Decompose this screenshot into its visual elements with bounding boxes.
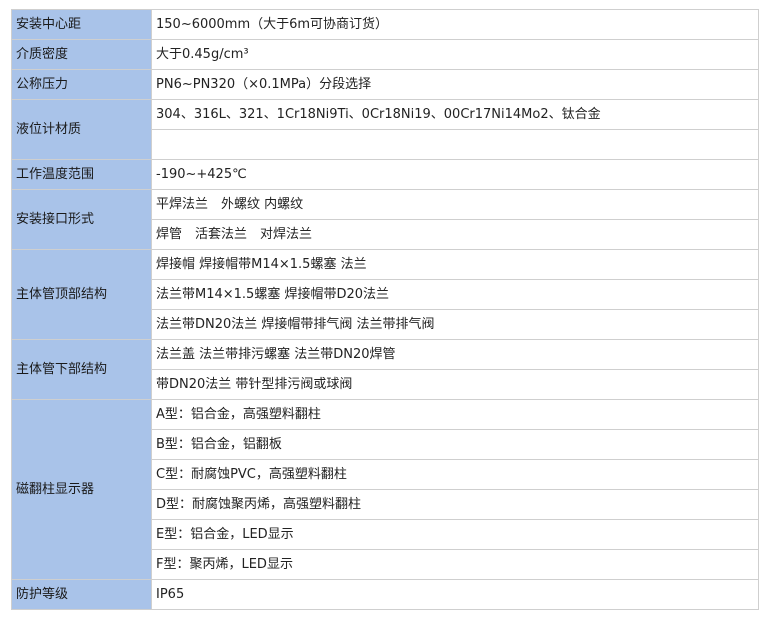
table-row: 安装中心距 150~6000mm（大于6m可协商订货） (11, 9, 759, 40)
row-value: 大于0.45g/cm³ (151, 39, 759, 70)
row-value: 带DN20法兰 带针型排污阀或球阀 (151, 369, 759, 400)
row-label-protection-grade: 防护等级 (11, 579, 152, 610)
row-value: B型：铝合金，铝翻板 (151, 429, 759, 460)
row-label-connection-type: 安装接口形式 (11, 189, 152, 250)
row-value: 焊接帽 焊接帽带M14×1.5螺塞 法兰 (151, 249, 759, 280)
table-row: 工作温度范围 -190~+425℃ (11, 159, 759, 190)
row-label-install-center-distance: 安装中心距 (11, 9, 152, 40)
row-label-bottom-structure: 主体管下部结构 (11, 339, 152, 400)
row-value: 法兰带M14×1.5螺塞 焊接帽带D20法兰 (151, 279, 759, 310)
table-row: 磁翻柱显示器 A型：铝合金，高强塑料翻柱 (11, 399, 759, 580)
row-label-gauge-material: 液位计材质 (11, 99, 152, 160)
row-value: 法兰盖 法兰带排污螺塞 法兰带DN20焊管 (151, 339, 759, 370)
row-value: 150~6000mm（大于6m可协商订货） (151, 9, 759, 40)
row-label-top-structure: 主体管顶部结构 (11, 249, 152, 340)
row-value (151, 129, 759, 160)
row-value: -190~+425℃ (151, 159, 759, 190)
table-row: 公称压力 PN6~PN320（×0.1MPa）分段选择 (11, 69, 759, 100)
table-row: 主体管顶部结构 焊接帽 焊接帽带M14×1.5螺塞 法兰 (11, 249, 759, 340)
table-row: 安装接口形式 平焊法兰 外螺纹 内螺纹 (11, 189, 759, 250)
table-row: 介质密度 大于0.45g/cm³ (11, 39, 759, 70)
row-label-medium-density: 介质密度 (11, 39, 152, 70)
row-value: E型：铝合金，LED显示 (151, 519, 759, 550)
row-value: D型：耐腐蚀聚丙烯，高强塑料翻柱 (151, 489, 759, 520)
spec-table: 安装中心距 150~6000mm（大于6m可协商订货） 介质密度 大于0.45g… (11, 9, 759, 610)
row-value: F型：聚丙烯，LED显示 (151, 549, 759, 580)
row-value: C型：耐腐蚀PVC，高强塑料翻柱 (151, 459, 759, 490)
row-value: 平焊法兰 外螺纹 内螺纹 (151, 189, 759, 220)
row-value: 304、316L、321、1Cr18Ni9Ti、0Cr18Ni19、00Cr17… (151, 99, 759, 130)
table-row: 主体管下部结构 法兰盖 法兰带排污螺塞 法兰带DN20焊管 (11, 339, 759, 400)
row-value: 焊管 活套法兰 对焊法兰 (151, 219, 759, 250)
row-value: PN6~PN320（×0.1MPa）分段选择 (151, 69, 759, 100)
row-label-magnetic-display: 磁翻柱显示器 (11, 399, 152, 580)
row-label-nominal-pressure: 公称压力 (11, 69, 152, 100)
row-value: IP65 (151, 579, 759, 610)
row-value: A型：铝合金，高强塑料翻柱 (151, 399, 759, 430)
table-row: 防护等级 IP65 (11, 579, 759, 610)
row-value: 法兰带DN20法兰 焊接帽带排气阀 法兰带排气阀 (151, 309, 759, 340)
table-row: 液位计材质 304、316L、321、1Cr18Ni9Ti、0Cr18Ni19、… (11, 99, 759, 160)
row-label-working-temperature: 工作温度范围 (11, 159, 152, 190)
